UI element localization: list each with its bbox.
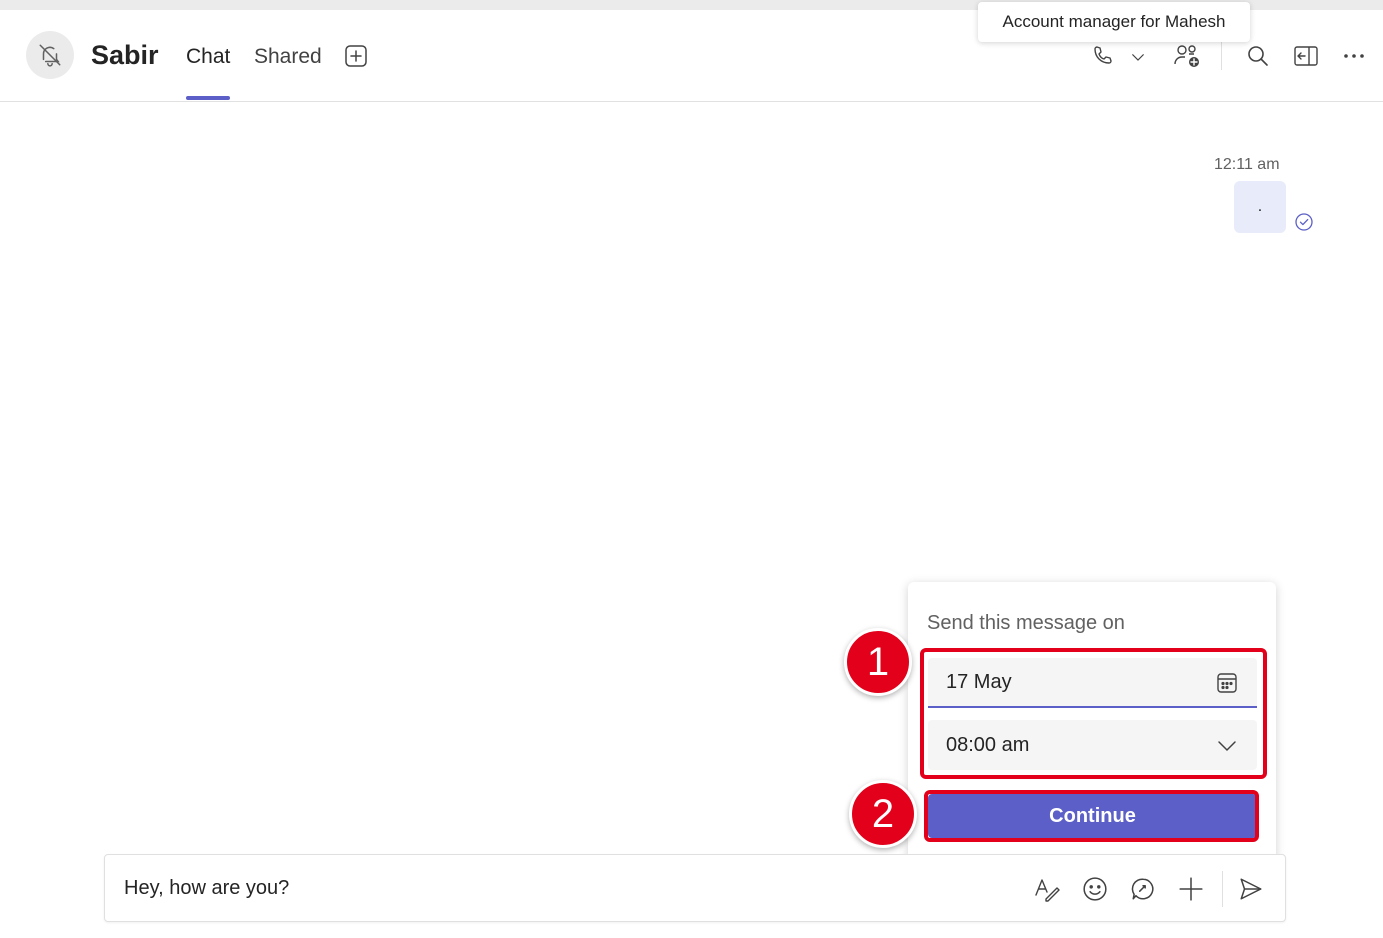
compose-input[interactable]: Hey, how are you? xyxy=(124,877,289,900)
add-people-button[interactable] xyxy=(1171,40,1203,72)
format-icon xyxy=(1035,879,1060,902)
message-timestamp: 12:11 am xyxy=(1214,156,1280,173)
send-button[interactable] xyxy=(1237,875,1265,903)
call-button[interactable] xyxy=(1088,42,1116,70)
emoji-icon xyxy=(1083,877,1107,901)
popout-icon xyxy=(1294,46,1318,66)
tooltip: Account manager for Mahesh xyxy=(978,2,1250,42)
message-composer[interactable]: Hey, how are you? xyxy=(104,854,1286,922)
read-status xyxy=(1294,212,1314,232)
popup-title: Send this message on xyxy=(927,612,1125,634)
more-icon xyxy=(1344,54,1364,58)
add-people-icon xyxy=(1174,45,1199,67)
add-square-icon xyxy=(345,45,367,67)
loop-icon xyxy=(1131,878,1154,900)
step-badge-1: 1 xyxy=(844,628,912,696)
active-tab-indicator xyxy=(186,96,230,100)
chevron-down-icon xyxy=(1132,54,1144,61)
step-badge-2: 2 xyxy=(849,780,917,848)
bell-off-icon xyxy=(39,44,61,67)
search-button[interactable] xyxy=(1244,42,1272,70)
avatar[interactable] xyxy=(26,31,74,79)
tab-shared[interactable]: Shared xyxy=(254,45,322,69)
message-bubble[interactable]: . xyxy=(1234,181,1286,233)
highlight-box-date-time xyxy=(920,648,1267,779)
call-icon xyxy=(1094,46,1112,64)
attach-plus-icon xyxy=(1179,877,1203,901)
read-check-icon xyxy=(1295,213,1313,231)
emoji-button[interactable] xyxy=(1081,875,1109,903)
loop-button[interactable] xyxy=(1129,875,1157,903)
send-icon xyxy=(1240,878,1262,900)
tab-chat[interactable]: Chat xyxy=(186,45,230,69)
search-icon xyxy=(1248,46,1268,66)
highlight-box-continue xyxy=(924,790,1259,842)
attach-button[interactable] xyxy=(1177,875,1205,903)
contact-name: Sabir xyxy=(91,40,159,70)
format-button[interactable] xyxy=(1033,875,1061,903)
composer-divider xyxy=(1222,871,1223,907)
call-options-button[interactable] xyxy=(1127,46,1149,68)
more-options-button[interactable] xyxy=(1340,42,1368,70)
popout-button[interactable] xyxy=(1292,42,1320,70)
add-tab-button[interactable] xyxy=(344,44,368,68)
header-divider xyxy=(1221,42,1222,70)
